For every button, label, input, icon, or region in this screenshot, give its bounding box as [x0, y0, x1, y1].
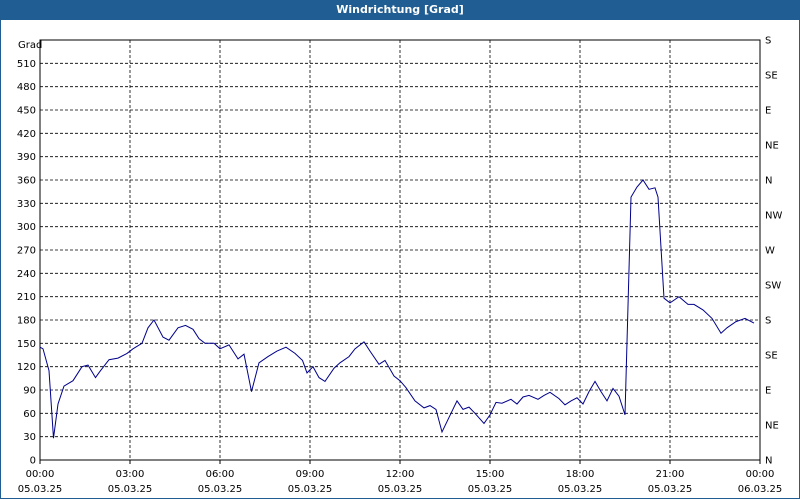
grid-lines — [40, 39, 760, 460]
y-tick-label: 300 — [17, 222, 36, 233]
right-axis-label: SE — [765, 351, 778, 362]
x-tick-date: 05.03.25 — [378, 484, 423, 495]
x-tick-time: 21:00 — [656, 469, 685, 480]
x-tick-date: 06.03.25 — [738, 484, 783, 495]
right-axis-label: S — [765, 316, 771, 327]
right-axis-label: E — [765, 106, 771, 117]
y-tick-label: 0 — [30, 456, 36, 467]
x-tick-date: 05.03.25 — [558, 484, 603, 495]
y-tick-label: 270 — [17, 246, 36, 257]
x-tick-time: 18:00 — [566, 469, 595, 480]
right-axis-label: SE — [765, 71, 778, 82]
x-tick-date: 05.03.25 — [18, 484, 63, 495]
y-tick-label: 390 — [17, 152, 36, 163]
x-tick-date: 05.03.25 — [108, 484, 153, 495]
right-axis-label: N — [765, 176, 772, 187]
wind-direction-chart: Grad 0 30 60 90 120 150 180 210 240 270 300 330 360 3… — [17, 36, 783, 496]
y-tick-label: 510 — [17, 59, 36, 70]
y-tick-label: 30 — [23, 432, 36, 443]
x-tick-time: 12:00 — [386, 469, 415, 480]
y-tick-label: 330 — [17, 199, 36, 210]
x-tick-date: 05.03.25 — [198, 484, 243, 495]
right-axis-label: E — [765, 386, 771, 397]
right-axis-label: S — [765, 36, 771, 47]
right-axis-label: N — [765, 456, 772, 467]
y-tick-label: 210 — [17, 292, 36, 303]
y-tick-label: 360 — [17, 176, 36, 187]
y-tick-label: 120 — [17, 362, 36, 373]
right-axis-label: NE — [765, 141, 779, 152]
y-tick-label: 480 — [17, 82, 36, 93]
y-tick-label: 240 — [17, 269, 36, 280]
x-tick-time: 09:00 — [296, 469, 325, 480]
wind-direction-line — [39, 179, 755, 439]
x-tick-time: 00:00 — [26, 469, 55, 480]
x-tick-date: 05.03.25 — [288, 484, 333, 495]
right-axis-label: NW — [765, 211, 782, 222]
x-tick-time: 00:00 — [746, 469, 775, 480]
y-tick-label: 420 — [17, 129, 36, 140]
y-axis-label: Grad — [18, 40, 42, 51]
y-tick-label: 60 — [23, 409, 36, 420]
x-tick-time: 15:00 — [476, 469, 505, 480]
x-tick-time: 03:00 — [116, 469, 145, 480]
x-tick-date: 05.03.25 — [648, 484, 693, 495]
x-tick-time: 06:00 — [206, 469, 235, 480]
right-axis-label: SW — [765, 281, 781, 292]
y-tick-label: 150 — [17, 339, 36, 350]
right-axis-label: NE — [765, 421, 779, 432]
x-tick-date: 05.03.25 — [468, 484, 513, 495]
y-tick-label: 450 — [17, 106, 36, 117]
y-tick-label: 180 — [17, 316, 36, 327]
right-axis-label: W — [765, 246, 775, 257]
y-tick-label: 90 — [23, 386, 36, 397]
